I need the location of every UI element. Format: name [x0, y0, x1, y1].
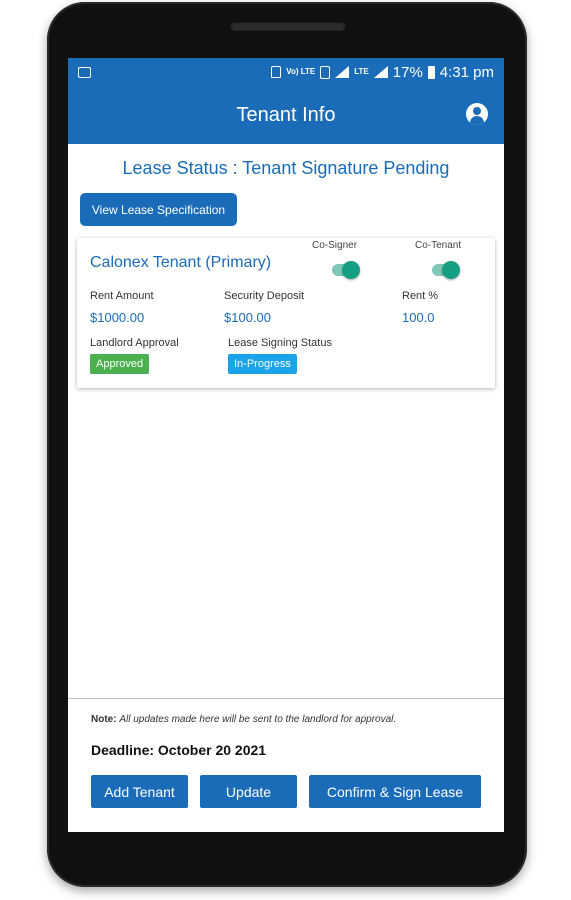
security-deposit-value: $100.00	[224, 310, 271, 325]
rent-amount-label: Rent Amount	[90, 290, 154, 302]
phone-frame: Vo) LTE LTE 17% 4:31 pm Tenant Info Leas…	[47, 2, 527, 887]
signal-icon	[335, 66, 350, 78]
cotenant-label: Co-Tenant	[415, 240, 462, 251]
in-progress-status-badge: In-Progress	[228, 354, 297, 374]
lease-signing-status-label: Lease Signing Status	[228, 337, 332, 349]
signal-icon	[373, 66, 388, 78]
battery-icon	[427, 65, 435, 79]
approval-note: Note: All updates made here will be sent…	[91, 714, 396, 725]
rent-percent-value: 100.0	[402, 310, 435, 325]
cosigner-toggle[interactable]	[332, 261, 360, 279]
view-lease-specification-button[interactable]: View Lease Specification	[80, 193, 237, 226]
update-button[interactable]: Update	[200, 775, 297, 808]
tenant-card: Calonex Tenant (Primary) Co-Signer Co-Te…	[77, 238, 495, 388]
note-text: All updates made here will be sent to th…	[119, 714, 397, 725]
footer-divider	[68, 698, 504, 699]
status-bar: Vo) LTE LTE 17% 4:31 pm	[68, 58, 504, 86]
rent-amount-value: $1000.00	[90, 310, 145, 325]
volte-icon: Vo) LTE	[286, 67, 316, 76]
lte-icon: LTE	[354, 67, 369, 76]
cotenant-toggle[interactable]	[432, 261, 460, 279]
security-deposit-label: Security Deposit	[224, 290, 305, 302]
clock: 4:31 pm	[439, 63, 494, 81]
note-label: Note:	[91, 714, 117, 725]
approved-status-badge: Approved	[90, 354, 150, 374]
add-tenant-button[interactable]: Add Tenant	[91, 775, 188, 808]
lock-icon	[271, 66, 282, 78]
speaker-grille	[230, 21, 346, 31]
landlord-approval-label: Landlord Approval	[90, 337, 179, 349]
cosigner-label: Co-Signer	[312, 240, 358, 251]
battery-percent: 17%	[392, 63, 423, 81]
mail-notification-icon	[78, 66, 91, 78]
rent-percent-label: Rent %	[402, 290, 439, 302]
tenant-name[interactable]: Calonex Tenant (Primary)	[90, 254, 271, 272]
deadline-text: Deadline: October 20 2021	[91, 742, 267, 758]
app-bar: Tenant Info	[68, 86, 504, 144]
account-circle-icon[interactable]	[466, 103, 488, 125]
sim-icon	[320, 65, 331, 79]
lease-status-text: Lease Status : Tenant Signature Pending	[122, 158, 450, 178]
screen: Vo) LTE LTE 17% 4:31 pm Tenant Info Leas…	[68, 58, 504, 832]
page-title: Tenant Info	[236, 103, 336, 126]
confirm-sign-lease-button[interactable]: Confirm & Sign Lease	[309, 775, 481, 808]
